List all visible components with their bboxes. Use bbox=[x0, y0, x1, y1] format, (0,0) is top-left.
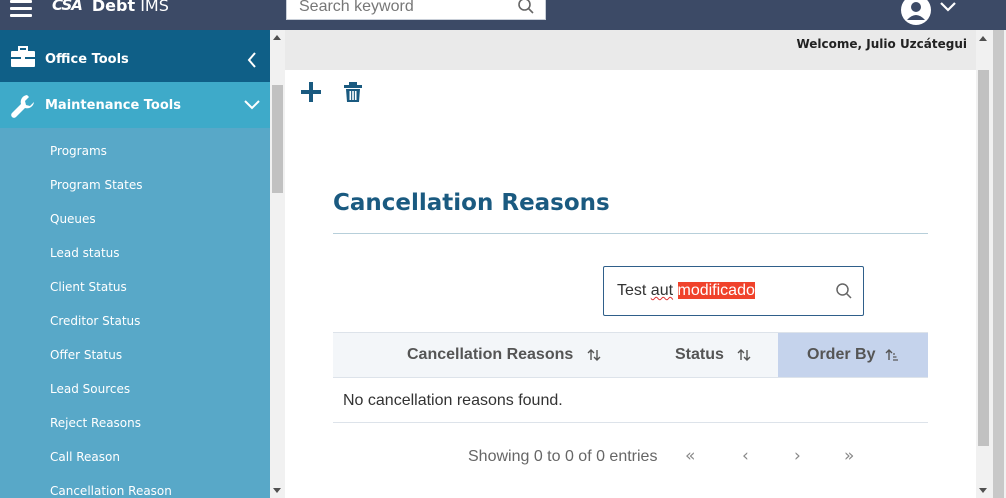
scroll-up-icon[interactable] bbox=[273, 35, 281, 40]
sidebar-item-queues[interactable]: Queues bbox=[0, 202, 270, 236]
sidebar-item-creditor-status[interactable]: Creditor Status bbox=[0, 304, 270, 338]
sidebar-item-reject-reasons[interactable]: Reject Reasons bbox=[0, 406, 270, 440]
search-icon[interactable] bbox=[835, 282, 853, 300]
sidebar-item-lead-status[interactable]: Lead status bbox=[0, 236, 270, 270]
user-icon[interactable] bbox=[900, 0, 932, 26]
content-scrollbar[interactable] bbox=[976, 30, 991, 498]
main-content: Welcome, Julio Uzcátegui Cancellation Re… bbox=[285, 30, 991, 498]
table-header: Cancellation Reasons Status Order By bbox=[333, 332, 928, 378]
sidebar-scrollbar[interactable] bbox=[270, 30, 285, 498]
filter-value[interactable]: Test aut modificado bbox=[617, 282, 755, 300]
sidebar-section-label: Office Tools bbox=[45, 52, 129, 67]
plus-icon[interactable] bbox=[300, 81, 322, 103]
column-header-status[interactable]: Status bbox=[675, 333, 751, 377]
search-input[interactable] bbox=[287, 0, 512, 19]
sidebar-item-client-status[interactable]: Client Status bbox=[0, 270, 270, 304]
logo-mark: CSA bbox=[52, 0, 83, 14]
toolbox-icon bbox=[11, 46, 35, 67]
pagination: Showing 0 to 0 of 0 entries « ‹ › » bbox=[333, 446, 928, 470]
scrollbar-thumb[interactable] bbox=[978, 70, 989, 446]
sidebar-item-programs[interactable]: Programs bbox=[0, 134, 270, 168]
welcome-text: Welcome, Julio Uzcátegui bbox=[796, 37, 967, 51]
column-header-order-by[interactable]: Order By bbox=[778, 333, 928, 377]
search-icon[interactable] bbox=[517, 0, 535, 15]
sidebar-item-call-reason[interactable]: Call Reason bbox=[0, 440, 270, 474]
scroll-down-icon[interactable] bbox=[273, 488, 281, 493]
menu-icon[interactable] bbox=[10, 0, 32, 17]
cancellation-reasons-table: Cancellation Reasons Status Order By No … bbox=[333, 332, 928, 423]
first-page-button[interactable]: « bbox=[685, 446, 695, 466]
sidebar-section-office-tools[interactable]: Office Tools bbox=[0, 30, 270, 82]
empty-table-message: No cancellation reasons found. bbox=[333, 378, 928, 423]
sidebar-item-list: Programs Program States Queues Lead stat… bbox=[0, 134, 270, 498]
top-bar: CSA Debt IMS bbox=[0, 0, 1006, 30]
sidebar-item-program-states[interactable]: Program States bbox=[0, 168, 270, 202]
page-title: Cancellation Reasons bbox=[333, 190, 610, 216]
column-header-cancellation-reasons[interactable]: Cancellation Reasons bbox=[407, 333, 601, 377]
table-filter-input[interactable]: Test aut modificado bbox=[603, 266, 864, 316]
sort-icon[interactable] bbox=[587, 348, 601, 362]
user-menu[interactable] bbox=[900, 0, 960, 26]
scroll-up-icon[interactable] bbox=[979, 36, 987, 41]
last-page-button[interactable]: » bbox=[844, 446, 854, 466]
trash-icon[interactable] bbox=[343, 81, 363, 103]
sidebar-item-cancellation-reason[interactable]: Cancellation Reason bbox=[0, 474, 270, 498]
app-name: Debt IMS bbox=[91, 0, 169, 15]
title-divider bbox=[333, 233, 928, 234]
chevron-down-icon[interactable] bbox=[244, 100, 260, 110]
sidebar-section-maintenance-tools[interactable]: Maintenance Tools bbox=[0, 82, 270, 128]
sidebar-section-label: Maintenance Tools bbox=[45, 98, 181, 113]
chevron-left-icon[interactable] bbox=[247, 52, 257, 68]
chevron-down-icon[interactable] bbox=[940, 2, 956, 12]
scrollbar-thumb[interactable] bbox=[272, 85, 283, 193]
sidebar-item-lead-sources[interactable]: Lead Sources bbox=[0, 372, 270, 406]
scrollbar-thumb[interactable] bbox=[993, 30, 1004, 498]
sidebar-item-offer-status[interactable]: Offer Status bbox=[0, 338, 270, 372]
sidebar: Office Tools Maintenance Tools Programs … bbox=[0, 30, 270, 498]
sort-ascending-icon[interactable] bbox=[885, 348, 899, 362]
previous-page-button[interactable]: ‹ bbox=[742, 446, 749, 466]
pagination-info: Showing 0 to 0 of 0 entries bbox=[468, 448, 658, 465]
welcome-bar: Welcome, Julio Uzcátegui bbox=[285, 30, 991, 70]
next-page-button[interactable]: › bbox=[794, 446, 801, 466]
global-search bbox=[286, 0, 546, 20]
app-logo[interactable]: CSA Debt IMS bbox=[52, 0, 169, 16]
wrench-icon bbox=[11, 95, 34, 118]
window-scrollbar[interactable] bbox=[991, 30, 1006, 498]
sort-icon[interactable] bbox=[737, 348, 751, 362]
scroll-down-icon[interactable] bbox=[979, 488, 987, 493]
